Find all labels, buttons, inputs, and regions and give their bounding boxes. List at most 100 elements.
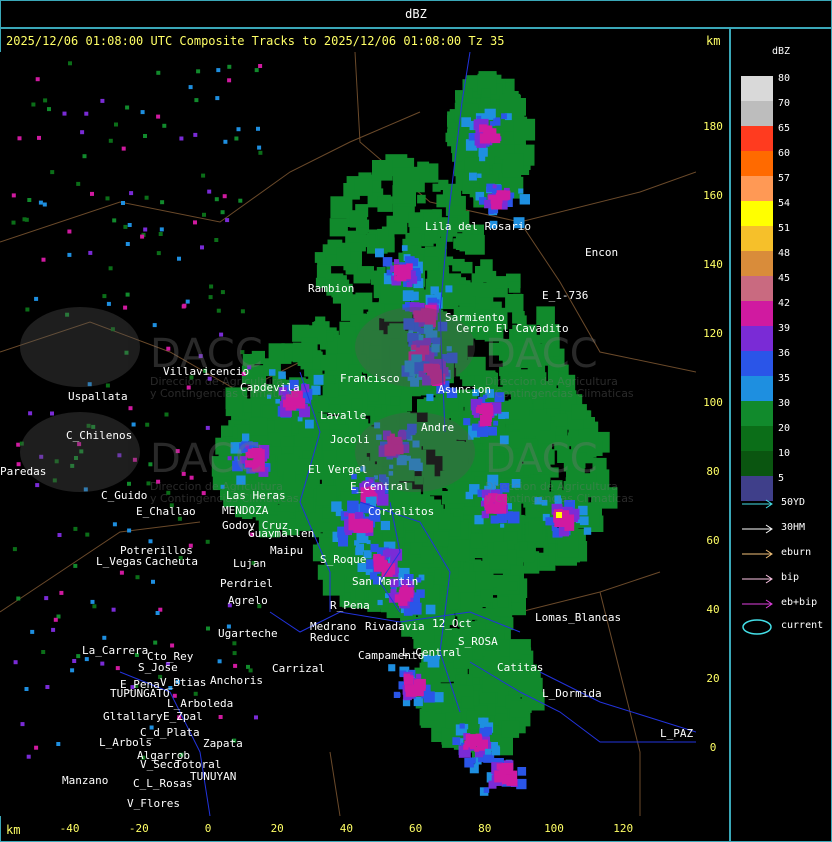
legend-title: dBZ: [771, 46, 791, 57]
echo-cell: [283, 399, 291, 408]
echo-cell: [56, 742, 61, 746]
echo-cell: [225, 218, 230, 223]
echo-cell: [248, 668, 253, 673]
echo-cell: [497, 596, 509, 608]
echo-cell: [127, 223, 132, 227]
echo-cell: [410, 542, 422, 555]
legend-track-eb+bip: eb+bip: [741, 597, 829, 611]
y-tick-4: 100: [703, 396, 723, 409]
echo-cell: [393, 259, 400, 265]
echo-cell: [297, 416, 303, 422]
place-label: V_Seco: [140, 758, 180, 771]
legend-swatch-51: [741, 226, 773, 251]
echo-cell: [382, 257, 393, 267]
echo-cell: [519, 194, 530, 205]
y-tick-1: 160: [703, 189, 723, 202]
echo-cell: [465, 491, 473, 500]
echo-cell: [105, 383, 110, 388]
echo-cell: [160, 200, 165, 205]
echo-cell: [481, 88, 491, 98]
echo-cell: [155, 611, 160, 615]
echo-cell: [194, 98, 199, 103]
legend-value: 30: [778, 398, 791, 409]
place-label: Capdevila: [240, 381, 300, 394]
echo-cell: [16, 442, 21, 447]
echo-cell: [351, 398, 363, 410]
echo-cell: [479, 297, 492, 310]
echo-cell: [533, 399, 544, 410]
echo-cell: [380, 520, 390, 531]
legend-swatch-80: [741, 76, 773, 101]
echo-cell: [220, 290, 225, 295]
echo-cell: [484, 133, 493, 142]
echo-cell: [37, 135, 41, 140]
echo-cell: [557, 535, 579, 558]
echo-cell: [106, 301, 111, 306]
echo-cell: [258, 150, 263, 155]
echo-cell: [34, 745, 39, 750]
echo-cell: [433, 531, 449, 547]
radar-map[interactable]: DACC Direccion de Agricultura y Contingenc…: [0, 52, 696, 816]
echo-cell: [357, 313, 367, 323]
place-label: La_Carrera: [82, 644, 149, 657]
echo-cell: [495, 117, 501, 123]
legend-swatch-70: [741, 101, 773, 126]
echo-cell: [528, 521, 543, 536]
echo-cell: [35, 77, 40, 82]
place-label: C_L_Rosas: [133, 777, 193, 790]
echo-cell: [475, 266, 492, 283]
echo-cell: [493, 208, 499, 214]
y-tick-2: 140: [703, 258, 723, 271]
echo-cell: [480, 589, 493, 603]
echo-cell: [350, 521, 356, 527]
place-label: Cacheuta: [145, 555, 198, 568]
echo-cell: [121, 201, 125, 205]
echo-cell: [193, 220, 197, 225]
echo-cell: [214, 197, 219, 202]
echo-cell: [41, 650, 46, 654]
echo-cell: [491, 746, 501, 756]
legend-swatch-48: [741, 251, 773, 276]
echo-cell: [417, 280, 423, 286]
window-title: dBZ: [405, 7, 427, 21]
place-label: Campamento: [358, 649, 425, 662]
echo-cell: [73, 563, 78, 568]
place-label: Lavalle: [320, 409, 367, 422]
echo-cell: [42, 202, 47, 207]
echo-cell: [503, 765, 508, 770]
echo-cell: [405, 685, 417, 697]
y-axis: 180 160 140 120 100 80 60 40 20 0: [696, 52, 730, 816]
echo-cell: [406, 281, 412, 288]
legend-swatch-60: [741, 151, 773, 176]
place-label: Cerro El Cavadito: [456, 322, 569, 335]
echo-cell: [45, 685, 50, 689]
echo-cell: [70, 668, 75, 673]
echo-cell: [425, 604, 436, 615]
echo-cell: [145, 422, 150, 427]
echo-cell: [438, 179, 449, 190]
echo-cell: [469, 172, 477, 181]
echo-cell: [517, 767, 527, 776]
echo-cell: [158, 232, 163, 236]
echo-cell: [108, 138, 113, 143]
place-label: Francisco: [340, 372, 400, 385]
echo-cell: [123, 305, 128, 310]
echo-cell: [82, 154, 87, 159]
echo-cell: [366, 540, 371, 545]
track-label: 30HM: [781, 522, 806, 533]
watermark-text: DACC: [485, 436, 598, 482]
echo-cell: [513, 118, 536, 141]
place-label: E_1-736: [542, 289, 589, 302]
place-label: Rambion: [308, 282, 355, 295]
echo-cell: [518, 188, 524, 194]
echo-cell: [331, 501, 342, 512]
legend-value: 5: [778, 473, 785, 484]
echo-cell: [493, 541, 508, 556]
echo-cell: [177, 256, 181, 261]
echo-cell: [233, 663, 238, 668]
echo-cell: [188, 85, 193, 90]
echo-cell: [409, 602, 422, 615]
echo-cell: [143, 134, 147, 138]
echo-cell: [394, 206, 411, 223]
echo-cell: [316, 264, 332, 280]
